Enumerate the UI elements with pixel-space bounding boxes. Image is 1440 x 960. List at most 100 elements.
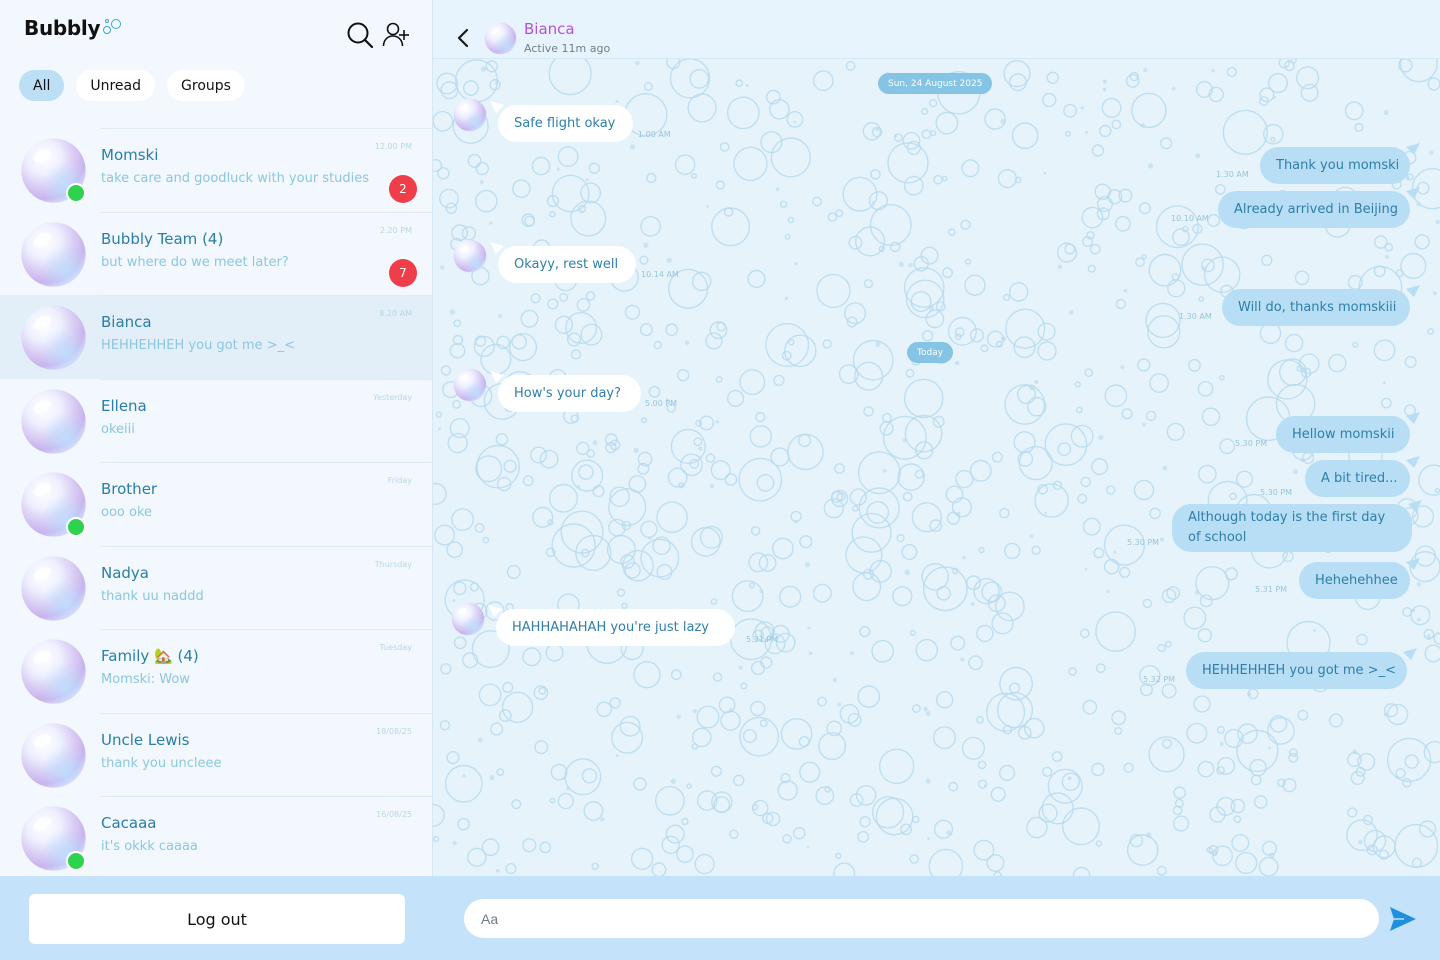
filter-all[interactable]: All — [19, 70, 65, 101]
chat-name: Nadya — [101, 563, 150, 582]
message-timestamp: 10.10 AM — [1171, 214, 1209, 223]
message-text: Safe flight okay — [514, 116, 616, 131]
chat-list-item[interactable]: Brother ooo oke Friday — [0, 462, 432, 546]
chat-list-item[interactable]: Cacaaa it's okkk caaaa 16/08/25 — [0, 796, 432, 876]
chat-timestamp: 8.20 AM — [379, 309, 412, 318]
sidebar-footer: Log out — [0, 876, 433, 960]
message-text: Will do, thanks momskiii — [1238, 300, 1397, 315]
chat-name: Ellena — [101, 396, 147, 415]
message-timestamp: 1.00 AM — [638, 130, 671, 139]
message-text: Although today is the first day of schoo… — [1188, 510, 1386, 545]
logout-button[interactable]: Log out — [29, 894, 405, 944]
divider — [100, 378, 432, 380]
chat-list-item[interactable]: Bubbly Team (4) but where do we meet late… — [0, 211, 432, 296]
chat-name: Uncle Lewis — [101, 730, 190, 749]
contact-avatar[interactable] — [484, 22, 517, 55]
message-composer — [433, 876, 1440, 960]
bubble-tail — [488, 605, 502, 617]
incoming-message[interactable]: Safe flight okay — [490, 101, 633, 142]
avatar — [20, 221, 87, 288]
date-separator: Today — [907, 342, 954, 363]
message-timestamp: 1.30 AM — [1179, 312, 1212, 321]
chat-preview: ooo oke — [101, 505, 153, 520]
unread-badge: 2 — [389, 175, 417, 203]
divider — [100, 712, 432, 714]
message-timestamp: 5.30 PM — [1260, 488, 1293, 497]
chat-name: Momski — [101, 146, 159, 164]
message-text: HEHHEHHEH you got me >_< — [1202, 663, 1396, 678]
bubble-tail — [1406, 412, 1420, 424]
message-text: Hellow momskii — [1292, 427, 1395, 442]
filter-groups[interactable]: Groups — [167, 70, 245, 101]
divider — [100, 128, 432, 129]
date-separator: Sun, 24 August 2025 — [878, 73, 993, 94]
chat-preview: it's okkk caaaa — [101, 839, 198, 854]
chat-name: Cacaaa — [101, 814, 157, 832]
message-text: Already arrived in Beijing — [1234, 202, 1398, 217]
chat-timestamp: 12.00 PM — [374, 142, 412, 151]
sender-avatar — [453, 239, 487, 273]
sender-avatar — [451, 602, 485, 636]
chat-list-item[interactable]: Momski take care and goodluck with your s… — [0, 128, 432, 212]
outgoing-message[interactable]: A bit tired... — [1305, 456, 1420, 497]
filter-unread[interactable]: Unread — [76, 70, 156, 101]
chat-list-item[interactable]: Nadya thank uu naddd Thursday — [0, 545, 432, 630]
outgoing-message[interactable]: Although today is the first day of schoo… — [1172, 500, 1422, 552]
chat-preview: Momski: Wow — [101, 672, 190, 687]
incoming-message[interactable]: How's your day? — [490, 371, 641, 412]
incoming-message[interactable]: HAHHAHAHAH you're just lazy — [488, 605, 735, 646]
outgoing-message[interactable]: HEHHEHHEH you got me >_< — [1186, 648, 1417, 689]
message-text: Thank you momski — [1276, 158, 1400, 173]
message-timestamp: 5.30 PM — [1127, 538, 1160, 547]
message-text: A bit tired... — [1321, 471, 1398, 486]
outgoing-message[interactable]: Already arrived in Beijing — [1218, 187, 1420, 228]
contact-name[interactable]: Bianca — [524, 20, 575, 38]
send-icon[interactable] — [1388, 905, 1418, 933]
chat-timestamp: Thursday — [374, 559, 412, 569]
incoming-message[interactable]: Okayy, rest well — [490, 242, 636, 283]
bubble-tail — [490, 371, 504, 383]
chat-preview: thank uu naddd — [101, 588, 204, 604]
message-timestamp: 5.31 PM — [746, 635, 779, 644]
outgoing-message[interactable]: Will do, thanks momskiii — [1222, 285, 1420, 326]
chat-timestamp: 2.20 PM — [379, 225, 412, 235]
outgoing-message[interactable]: Hehehehhee — [1299, 558, 1420, 599]
bubble-tail — [490, 242, 504, 254]
search-icon[interactable] — [345, 20, 375, 50]
app-logo: Bubbly — [24, 16, 122, 40]
bubbles-logo-icon — [102, 16, 122, 36]
bubble-tail — [1406, 187, 1420, 199]
chat-preview: but where do we meet later? — [101, 254, 289, 270]
chat-preview: HEHHEHHEH you got me >_< — [101, 338, 295, 353]
chat-timestamp: 18/08/25 — [376, 726, 412, 736]
bubble-tail — [1406, 285, 1420, 297]
chat-sidebar: Bubbly All Unread Groups Momski take care… — [0, 0, 433, 960]
divider — [100, 295, 432, 296]
outgoing-message[interactable]: Thank you momski — [1260, 143, 1420, 184]
chat-timestamp: 16/08/25 — [376, 810, 412, 819]
add-user-icon[interactable] — [381, 20, 411, 50]
avatar — [20, 722, 87, 789]
conversation-header: Bianca Active 11m ago — [433, 0, 1440, 59]
avatar — [20, 555, 87, 622]
bubble-tail — [1408, 500, 1422, 512]
chat-preview: thank you uncleee — [101, 755, 222, 771]
divider — [100, 462, 432, 463]
chat-preview: okeiii — [101, 421, 135, 437]
avatar — [20, 388, 87, 455]
chat-list: Momski take care and goodluck with your s… — [0, 128, 432, 876]
message-timestamp: 5.31 PM — [1255, 585, 1288, 594]
chat-name: Bianca — [101, 313, 152, 331]
message-area[interactable]: Sun, 24 August 2025 Today Safe flight ok… — [433, 59, 1440, 876]
contact-status: Active 11m ago — [524, 42, 611, 55]
bubble-tail — [1406, 558, 1420, 570]
message-input[interactable] — [464, 899, 1379, 938]
back-arrow-icon[interactable] — [453, 25, 473, 51]
chat-list-item[interactable]: Bianca HEHHEHHEH you got me >_< 8.20 AM — [0, 295, 432, 379]
message-timestamp: 5.00 PM — [645, 399, 678, 408]
chat-list-item[interactable]: Uncle Lewis thank you uncleee 18/08/25 — [0, 712, 432, 797]
bubble-tail — [1403, 648, 1417, 660]
outgoing-message[interactable]: Hellow momskii — [1276, 412, 1420, 453]
chat-list-item[interactable]: Ellena okeiii Yesterday — [0, 378, 432, 463]
chat-list-item[interactable]: Family 🏡 (4) Momski: Wow Tuesday — [0, 629, 432, 713]
